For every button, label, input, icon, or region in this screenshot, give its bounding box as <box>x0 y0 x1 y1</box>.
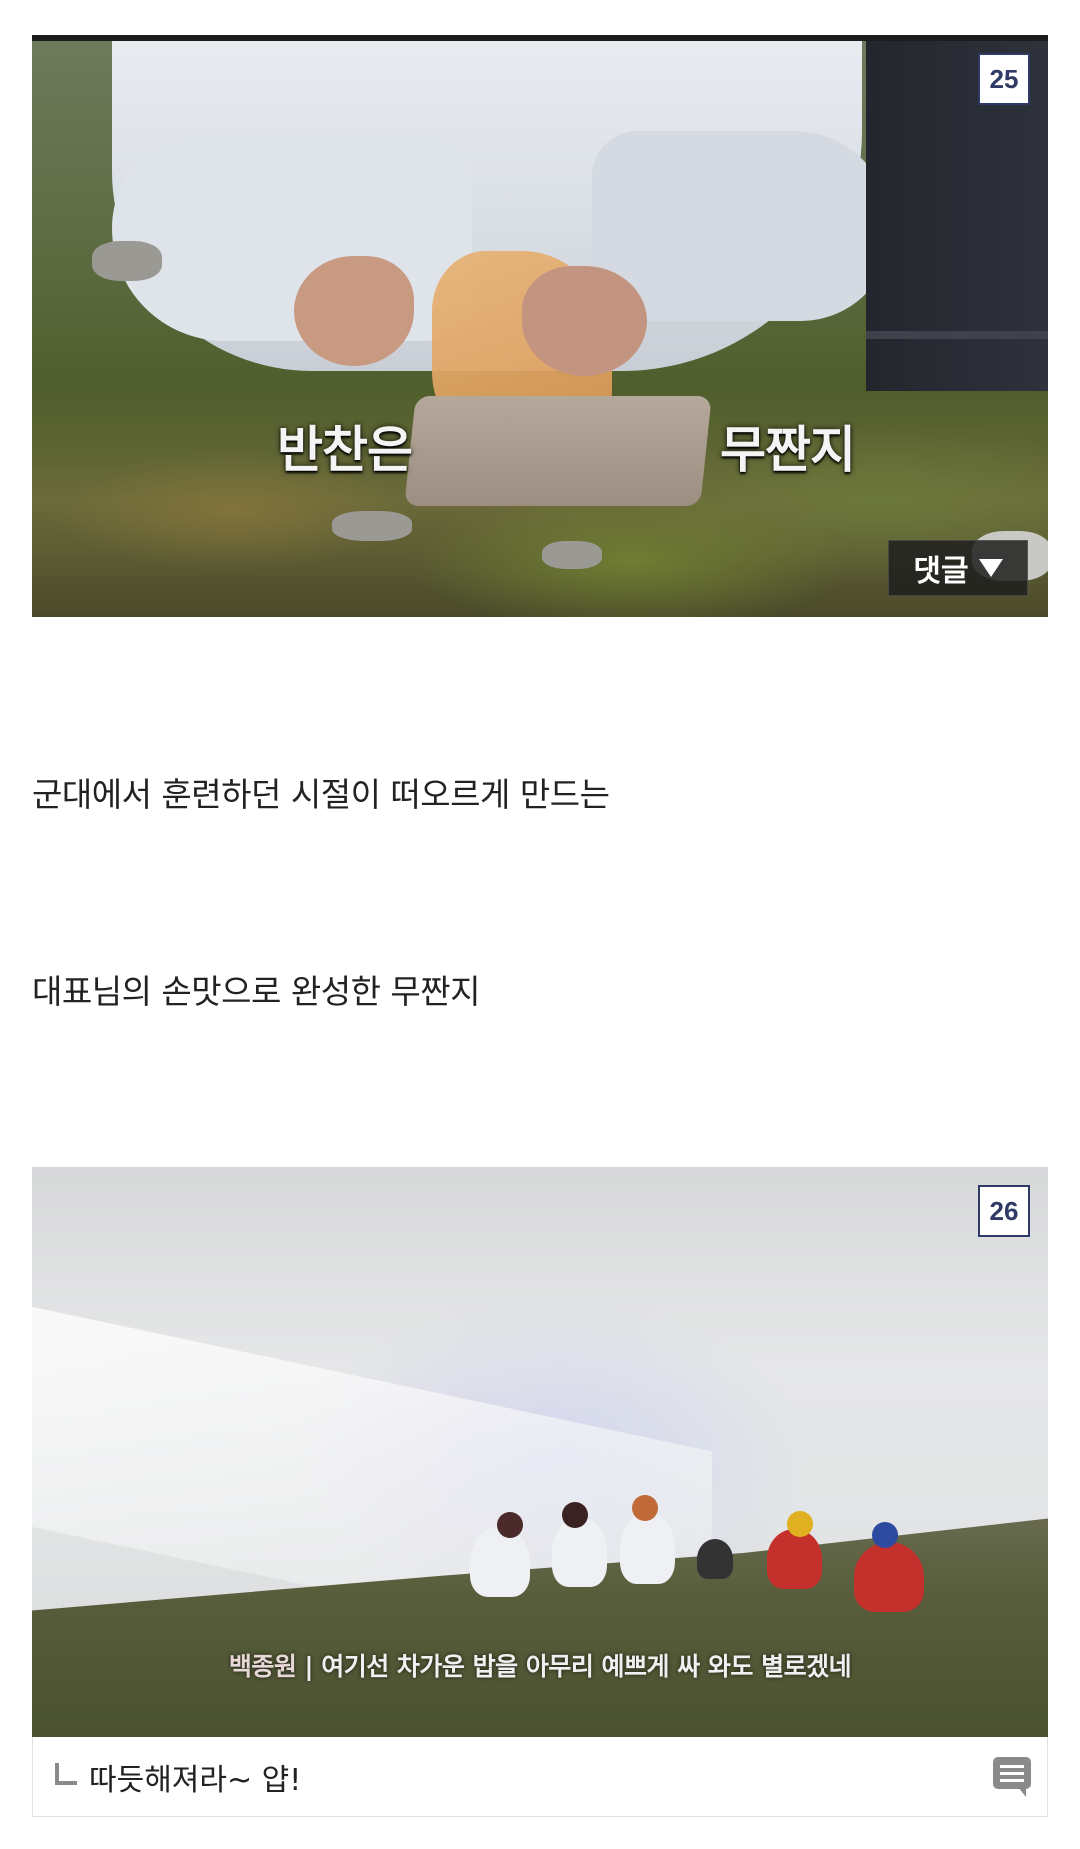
chat-icon[interactable] <box>993 1757 1031 1797</box>
suit-leg-left <box>112 131 472 341</box>
person-red-suit <box>854 1542 924 1612</box>
hand-left <box>294 256 414 366</box>
rock <box>332 511 412 541</box>
person-head <box>632 1495 658 1521</box>
caption-text: 따듯해져라~ 얍! <box>89 1762 302 1798</box>
person-red-suit <box>767 1529 822 1589</box>
person-white-suit <box>470 1527 530 1597</box>
subtitle-speaker: 백종원 <box>228 1652 297 1681</box>
rock <box>92 241 162 281</box>
subtitle-text: | 여기선 차가운 밥을 아무리 예쁘게 싸 와도 별로겠네 <box>304 1652 852 1681</box>
person-white-suit <box>620 1512 675 1584</box>
subtitle-left: 반찬은 <box>277 421 413 479</box>
corner-arrow-icon <box>55 1762 77 1785</box>
person-head <box>497 1512 523 1538</box>
hand-right <box>522 266 647 376</box>
photo-25-scene <box>32 41 1048 617</box>
person-white-suit <box>552 1517 607 1587</box>
comment-button-label: 댓글 <box>913 554 969 589</box>
subtitle-right: 무짠지 <box>720 421 856 479</box>
person-head <box>872 1522 898 1548</box>
lunch-tray <box>404 396 712 506</box>
triangle-down-icon <box>978 559 1003 577</box>
comment-toggle-button[interactable]: 댓글 <box>888 540 1028 596</box>
backpack <box>697 1539 733 1579</box>
rock <box>542 541 602 569</box>
person-head <box>562 1502 588 1528</box>
photo-26: 백종원 | 여기선 차가운 밥을 아무리 예쁘게 싸 와도 별로겠네 26 <box>32 1167 1048 1737</box>
photo-25: 반찬은 무짠지 25 댓글 <box>32 35 1048 617</box>
paragraph-2: 대표님의 손맛으로 완성한 무짠지 <box>32 972 481 1011</box>
image-caption: 따듯해져라~ 얍! <box>32 1737 1048 1817</box>
paragraph-1: 군대에서 훈련하던 시절이 떠오르게 만드는 <box>32 775 610 814</box>
person-head <box>787 1511 813 1537</box>
image-number-badge: 25 <box>978 53 1030 105</box>
subtitle-26: 백종원 | 여기선 차가운 밥을 아무리 예쁘게 싸 와도 별로겠네 <box>32 1647 1048 1683</box>
image-number-badge: 26 <box>978 1185 1030 1237</box>
